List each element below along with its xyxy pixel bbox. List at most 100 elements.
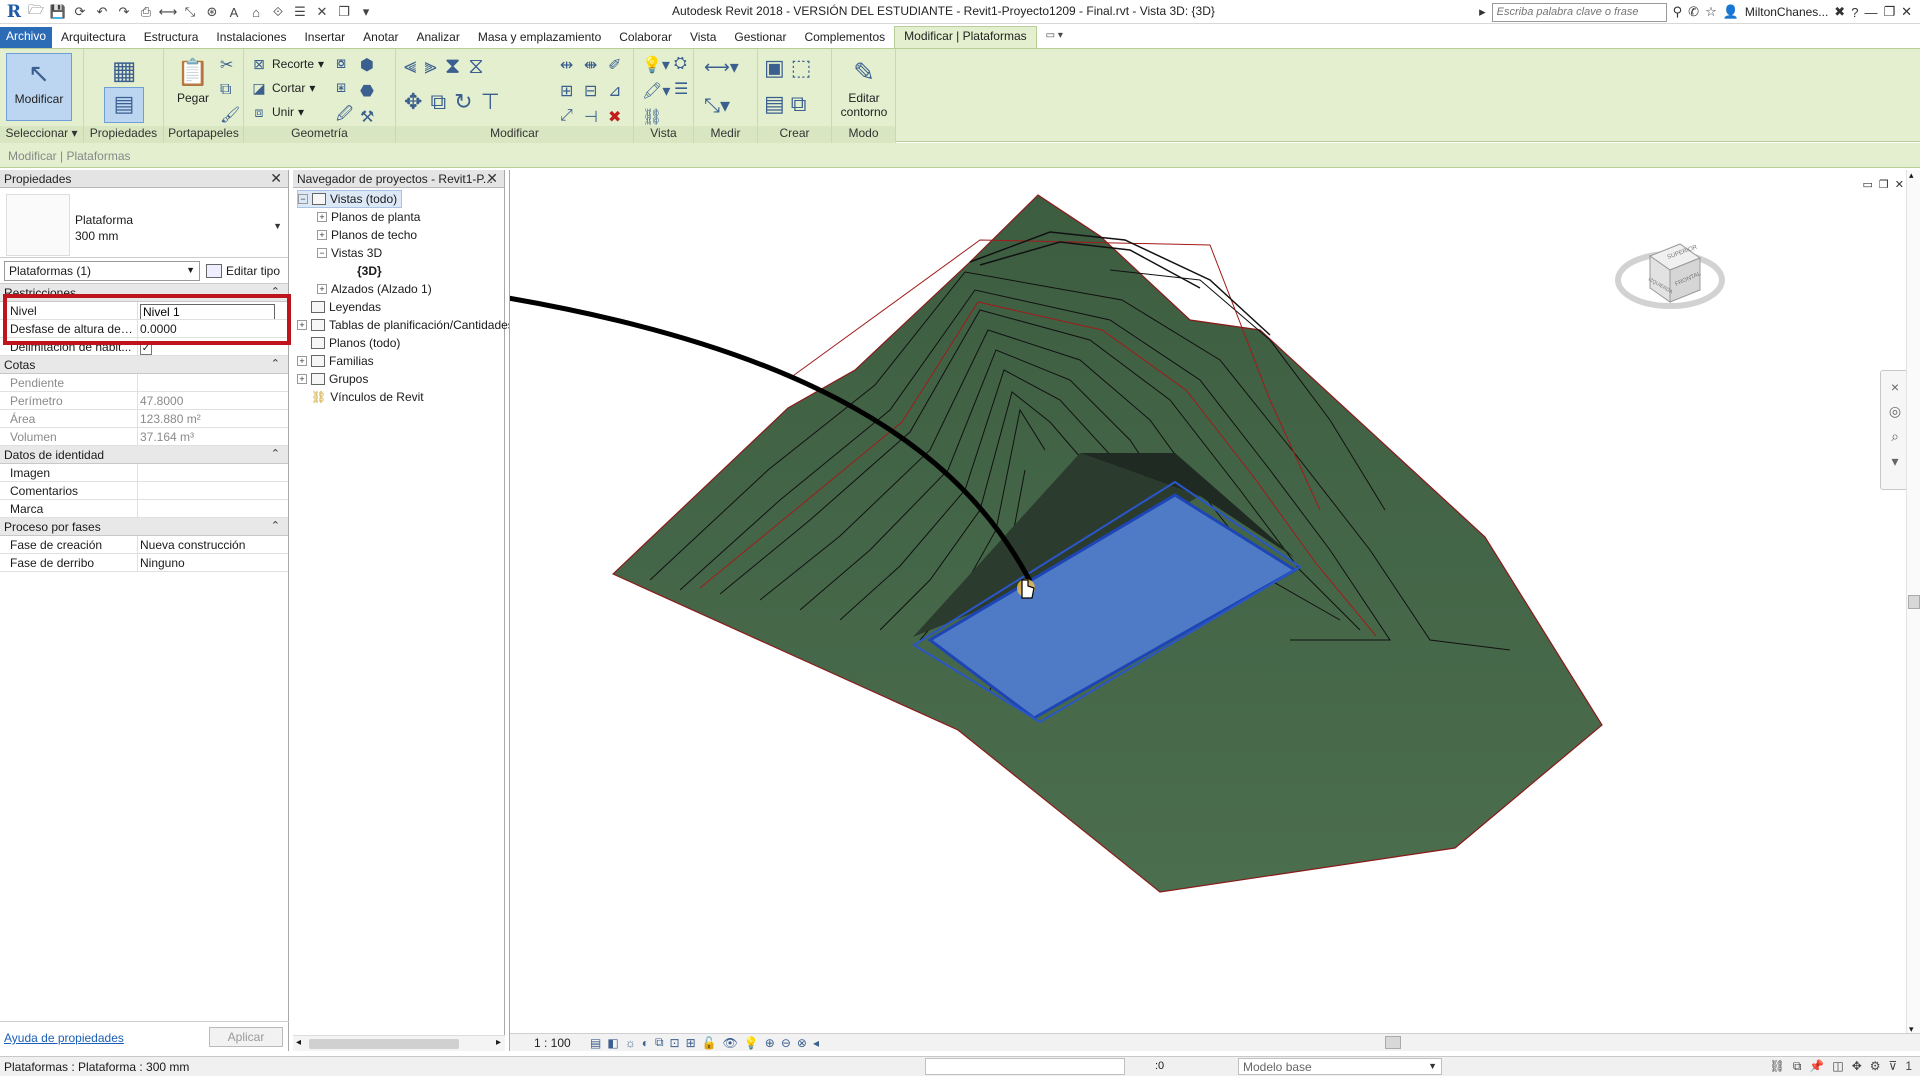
line-pattern-icon[interactable]: ☰ [674,79,688,99]
section-icon[interactable]: ⟐ [268,2,288,22]
hide-bulb-icon[interactable]: 💡▾ [642,55,670,75]
delete-icon[interactable]: ✖ [608,107,621,127]
measure-between-icon[interactable]: ⟷▾ [704,57,739,78]
undo-icon[interactable]: ↶ [92,2,112,22]
type-dropdown-icon[interactable]: ▼ [273,221,282,231]
browser-hscrollbar[interactable]: ◂ ▸ [293,1035,505,1051]
tree-node-leyendas[interactable]: Leyendas [297,298,381,316]
tree-node-planos-planta[interactable]: + Planos de planta [317,208,420,226]
edit-type-button[interactable]: Editar tipo [206,263,280,278]
panel-label-seleccionar[interactable]: Seleccionar ▾ [0,126,83,143]
prop-row-marca[interactable]: Marca [0,500,288,518]
collapse-icon[interactable]: ⌃ [271,519,280,532]
array-icon[interactable]: ⊞ [560,81,573,101]
create-assembly-icon[interactable]: ▤ [764,91,785,117]
view-scale[interactable]: 1 : 100 [510,1036,590,1050]
sun-path-icon[interactable]: ☼ [625,1036,636,1050]
create-parts-icon[interactable]: ▣ [764,55,785,81]
unpin-icon[interactable]: ⊟ [584,81,598,101]
select-pinned-icon[interactable]: 📌 [1809,1059,1824,1074]
sync-icon[interactable]: ⟳ [70,2,90,22]
design-option-select[interactable]: Modelo base ▼ [1238,1058,1442,1075]
render-icon[interactable]: ⧉ [655,1035,664,1050]
collapse-toggle-icon[interactable]: − [317,248,327,258]
wall-joins-icon[interactable]: ⧇ [336,55,353,73]
expand-toggle-icon[interactable]: + [297,374,307,384]
align-icon[interactable]: ⫷ [404,53,416,79]
select-underlay-icon[interactable]: ⧉ [1793,1059,1802,1074]
switch-windows-icon[interactable]: ❐ [334,2,354,22]
viewport-close-icon[interactable]: ✕ [1895,178,1904,191]
revit-logo-icon[interactable]: R [4,2,24,22]
scroll-right-icon[interactable]: ▸ [496,1037,501,1048]
redo-icon[interactable]: ↷ [114,2,134,22]
tab-archivo[interactable]: Archivo [0,27,53,48]
temporary-hide-icon[interactable]: 👁 [723,1036,738,1050]
isolate-icon[interactable]: ⛭ [674,55,688,73]
tree-node-vinculos[interactable]: ⛓ Vínculos de Revit [311,388,424,406]
properties-button[interactable]: ▤ [104,87,144,123]
modify-button[interactable]: ↖ Modificar [6,53,72,121]
edit-boundary-button[interactable]: ✎ Editar contorno [836,53,892,120]
group-datos-identidad[interactable]: Datos de identidad ⌃ [0,446,288,464]
reveal-hidden-icon[interactable]: 💡 [744,1036,759,1050]
customize-qat-icon[interactable]: ▾ [356,2,376,22]
search-chevron-icon[interactable]: ▸ [1479,4,1486,20]
communication-icon[interactable]: ✆ [1688,4,1699,20]
open-icon[interactable]: 🗁 [26,2,46,22]
move-icon[interactable]: ✥ [404,89,422,115]
tab-insertar[interactable]: Insertar [295,28,354,48]
tab-gestionar[interactable]: Gestionar [725,28,795,48]
visual-style-icon[interactable]: ◧ [607,1036,618,1050]
expand-toggle-icon[interactable]: + [297,356,307,366]
pin-icon[interactable]: ⊣ [584,107,598,127]
text-icon[interactable]: A [224,2,244,22]
highlight-displacement-icon[interactable]: ⊖ [781,1036,791,1050]
filter-icon[interactable]: ⊽ [1889,1059,1898,1074]
linework-icon[interactable]: ⛓ [642,107,670,127]
trim-icon[interactable]: ⊤ [481,89,500,115]
cut-geometry-button[interactable]: ◪ Cortar ▾ [250,77,315,99]
prop-row-comentarios[interactable]: Comentarios [0,482,288,500]
pick-icon[interactable]: ⚒ [360,107,374,127]
lock-3d-icon[interactable]: 🔓 [702,1036,717,1050]
prop-row-imagen[interactable]: Imagen [0,464,288,482]
expand-toggle-icon[interactable]: + [317,212,327,222]
instance-filter-select[interactable]: Plataformas (1) ▼ [4,260,200,281]
viewport-minimize-icon[interactable]: ▭ [1863,178,1873,191]
split-face-icon[interactable]: ⧆ [336,79,353,97]
reveal-constraints-icon[interactable]: ⊗ [797,1036,807,1050]
scroll-left-icon[interactable]: ◂ [296,1037,301,1048]
view-cube[interactable]: SUPERIOR IZQUIERDA FRONTAL [1615,243,1725,309]
search-input[interactable] [1491,2,1667,22]
background-processes-icon[interactable]: ⚙ [1870,1059,1881,1074]
help-icon[interactable]: ? [1851,5,1858,20]
copy-element-icon[interactable]: ⧉ [430,89,446,115]
viewport-vscrollbar[interactable]: ▴ ▾ [1906,170,1920,1035]
join-button[interactable]: ⧈ Unir ▾ [250,101,305,123]
unpin-element-icon[interactable]: ✐ [608,55,621,75]
tree-node-vistas[interactable]: − Vistas (todo) [297,190,403,208]
nav-dropdown-icon[interactable]: ▾ [1881,453,1909,470]
group-cotas[interactable]: Cotas ⌃ [0,356,288,374]
tree-node-alzados[interactable]: + Alzados (Alzado 1) [317,280,432,298]
dimension-icon[interactable]: ⤡ [180,2,200,22]
create-group-icon[interactable]: ⬚ [791,55,812,81]
cut-icon[interactable]: ✂ [220,55,240,75]
tree-node-familias[interactable]: + Familias [297,352,374,370]
user-name[interactable]: MiltonChanes... [1745,5,1828,19]
3d-view-icon[interactable]: ⌂ [246,2,266,22]
expand-toggle-icon[interactable]: + [297,320,307,330]
aligned-dimension-icon[interactable]: ⤡▾ [704,93,730,118]
restore-icon[interactable]: ❐ [1883,4,1895,20]
tag-icon[interactable]: ⊛ [202,2,222,22]
tab-analizar[interactable]: Analizar [408,28,469,48]
collapse-toggle-icon[interactable]: − [298,194,308,204]
pin-element-icon[interactable]: ⊿ [608,81,621,101]
shadows-icon[interactable]: ◐ [642,1036,649,1050]
tab-estructura[interactable]: Estructura [135,28,208,48]
close-browser-icon[interactable]: ✕ [486,170,498,187]
close-properties-icon[interactable]: ✕ [270,170,282,187]
rotate-icon[interactable]: ↻ [454,89,472,115]
tab-masa-emplazamiento[interactable]: Masa y emplazamiento [469,28,610,48]
